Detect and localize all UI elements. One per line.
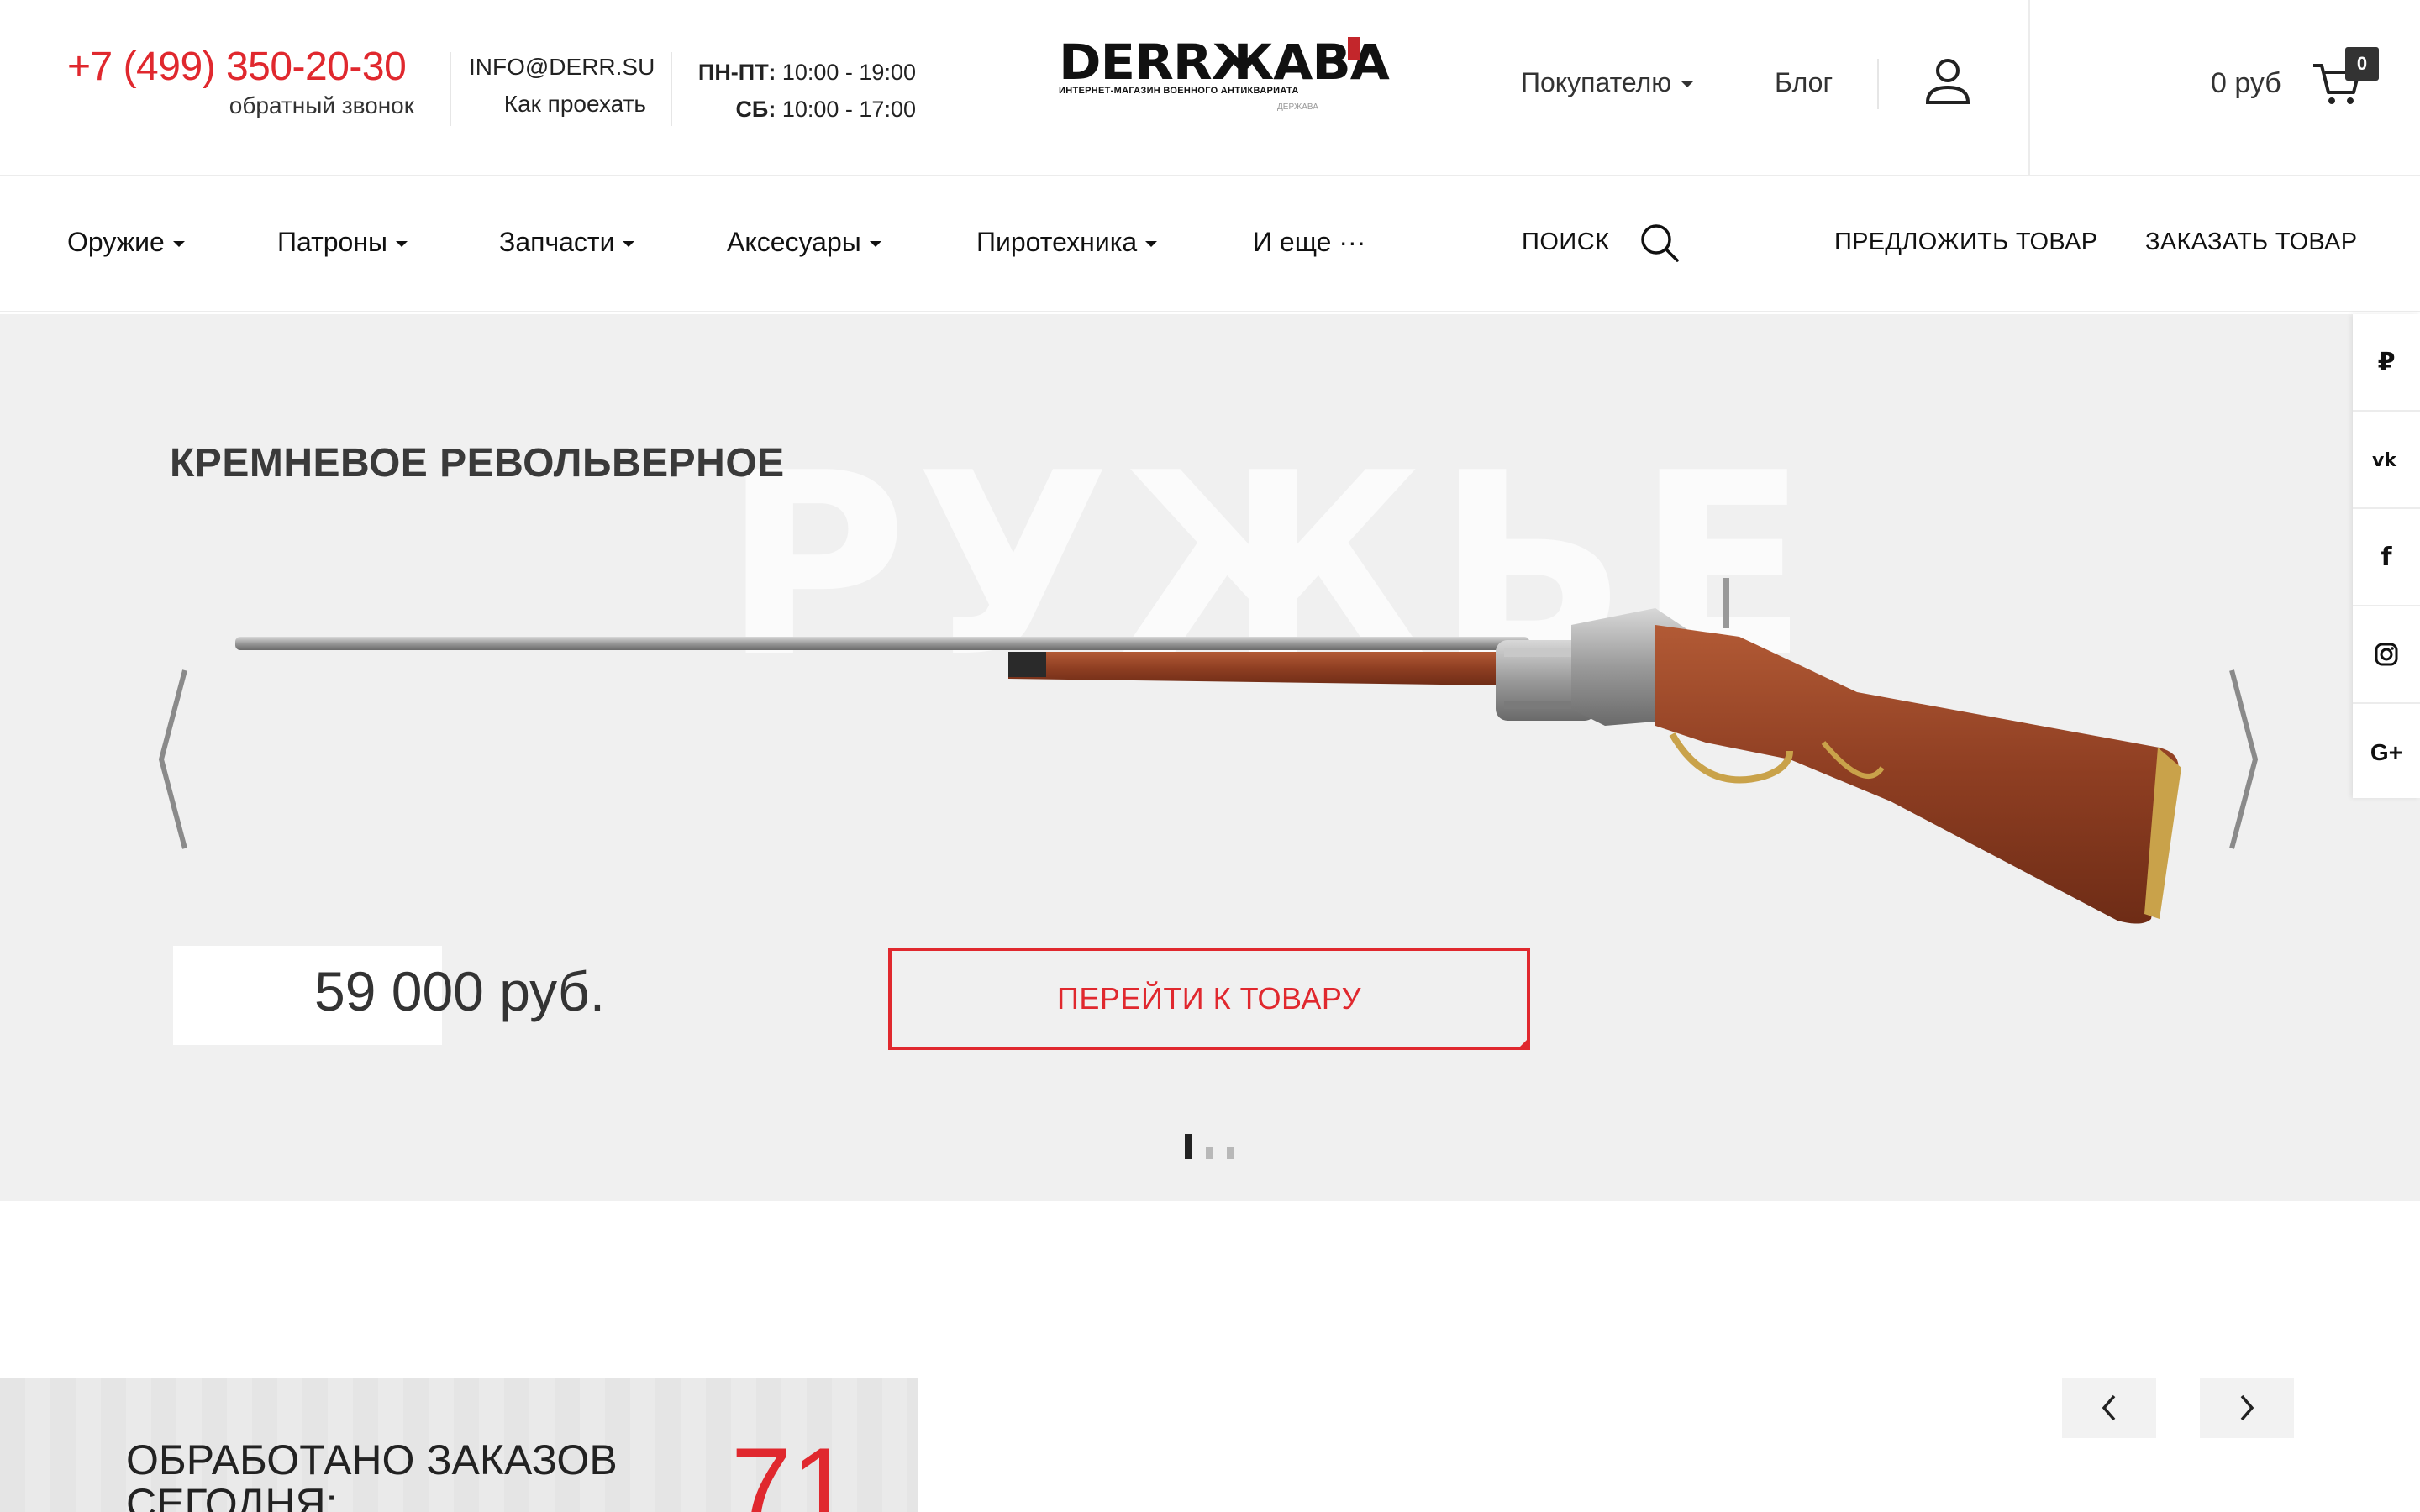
cart-count-badge: 0 (2345, 47, 2379, 81)
instagram-icon[interactable] (2353, 606, 2420, 704)
divider (1877, 59, 1879, 109)
site-logo[interactable]: DERRЖАВА ИНТЕРНЕТ-МАГАЗИН ВОЕННОГО АНТИК… (1059, 37, 1390, 121)
header-top: +7 (499) 350-20-30 обратный звонок INFO@… (0, 0, 2420, 176)
email-link[interactable]: INFO@DERR.SU (469, 54, 655, 81)
slider-dot[interactable] (1206, 1147, 1213, 1159)
order-product-link[interactable]: ЗАКАЗАТЬ ТОВАР (2145, 228, 2357, 256)
chevron-down-icon (1681, 81, 1694, 88)
svg-text:vk: vk (2372, 450, 2397, 469)
nav-item-accessories[interactable]: Аксесуары (727, 227, 881, 258)
slider-prev-arrow-icon[interactable] (156, 667, 190, 852)
main-nav: Оружие Патроны Запчасти Аксесуары Пироте… (0, 178, 2420, 312)
hours-weekday: 10:00 - 19:00 (781, 60, 916, 85)
cart-area[interactable]: 0 руб 0 (2028, 0, 2420, 176)
logo-text: DERRЖАВА (1059, 34, 1390, 91)
logo-flag-icon (1348, 37, 1360, 60)
buyer-menu[interactable]: Покупателю (1521, 67, 1694, 98)
chevron-down-icon (396, 241, 408, 248)
nav-item-pyrotechnics[interactable]: Пиротехника (976, 227, 1158, 258)
vk-icon[interactable]: vk (2353, 412, 2420, 509)
divider (450, 52, 451, 126)
blog-link[interactable]: Блог (1775, 67, 1833, 98)
hours-sat: 10:00 - 17:00 (781, 97, 916, 122)
hours-sat-label: СБ: (735, 97, 776, 122)
phone-number[interactable]: +7 (499) 350-20-30 (67, 44, 407, 90)
nav-label: Аксесуары (727, 227, 861, 257)
google-plus-icon[interactable]: G+ (2353, 704, 2420, 801)
slider-dot[interactable] (1227, 1147, 1234, 1159)
chevron-down-icon (172, 241, 185, 248)
nav-label: Пиротехника (976, 227, 1138, 257)
hours-weekday-label: ПН-ПТ: (697, 60, 776, 85)
hero-title: КРЕМНЕВОЕ РЕВОЛЬВЕРНОЕ (170, 441, 785, 486)
social-sidebar: ₽ vk f G+ (2353, 314, 2420, 798)
nav-label: Патроны (277, 227, 388, 257)
chevron-right-icon (2240, 1394, 2254, 1421)
directions-link[interactable]: Как проехать (469, 91, 646, 118)
chevron-down-icon (623, 241, 635, 248)
orders-count: 71 (731, 1425, 853, 1512)
divider (671, 52, 672, 126)
cart-sum: 0 руб (2211, 67, 2281, 99)
carousel-next-button[interactable] (2200, 1378, 2294, 1438)
search-label[interactable]: ПОИСК (1522, 228, 1610, 256)
orders-stats-panel: ОБРАБОТАНО ЗАКАЗОВ СЕГОДНЯ: 71 (0, 1378, 918, 1512)
nav-item-weapons[interactable]: Оружие (67, 227, 185, 258)
carousel-prev-button[interactable] (2062, 1378, 2156, 1438)
callback-link[interactable]: обратный звонок (0, 92, 414, 119)
facebook-icon[interactable]: f (2353, 509, 2420, 606)
hero-slider: РУЖЬЕ КРЕМНЕВОЕ РЕВОЛЬВЕРНОЕ 59 000 руб.… (0, 314, 2420, 1201)
corner-decoration (1517, 1037, 1530, 1050)
user-icon[interactable] (1924, 55, 1971, 106)
chevron-down-icon (1145, 241, 1158, 248)
search-icon[interactable] (1639, 222, 1681, 264)
chevron-left-icon (2102, 1394, 2116, 1421)
goto-product-label: ПЕРЕЙТИ К ТОВАРУ (1057, 981, 1361, 1016)
logo-small: ДЕРЖАВА (1277, 102, 1318, 112)
buyer-menu-label: Покупателю (1521, 67, 1672, 97)
nav-item-cartridges[interactable]: Патроны (277, 227, 408, 258)
slider-next-arrow-icon[interactable] (2227, 667, 2260, 852)
working-hours: ПН-ПТ: 10:00 - 19:00 СБ: 10:00 - 17:00 (698, 54, 916, 128)
slider-dot-active[interactable] (1185, 1134, 1192, 1159)
nav-item-more[interactable]: И еще ··· (1253, 227, 1365, 258)
chevron-down-icon (869, 241, 881, 248)
goto-product-button[interactable]: ПЕРЕЙТИ К ТОВАРУ (888, 948, 1530, 1050)
nav-label: Запчасти (499, 227, 615, 257)
nav-label: Оружие (67, 227, 165, 257)
offer-product-link[interactable]: ПРЕДЛОЖИТЬ ТОВАР (1834, 228, 2097, 256)
orders-label: ОБРАБОТАНО ЗАКАЗОВ СЕГОДНЯ: (126, 1436, 618, 1512)
ruble-icon[interactable]: ₽ (2353, 314, 2420, 412)
hero-price: 59 000 руб. (314, 960, 606, 1022)
flintlock-rifle-image (235, 578, 2181, 924)
nav-item-parts[interactable]: Запчасти (499, 227, 635, 258)
